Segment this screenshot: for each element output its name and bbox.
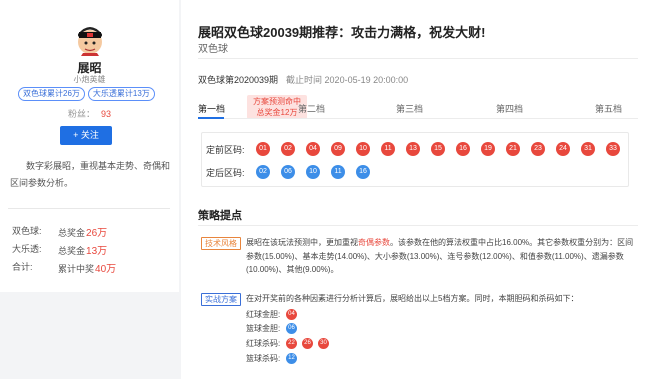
stat-key: 合计: xyxy=(12,262,33,272)
blue-ball: 06 xyxy=(281,165,295,179)
tab-tier-2[interactable]: 第二档 xyxy=(298,102,325,115)
red-ball: 04 xyxy=(306,142,320,156)
tech-style-label: 技术风格 xyxy=(201,237,241,250)
red-ball: 16 xyxy=(456,142,470,156)
follow-button[interactable]: + 关注 xyxy=(60,126,112,145)
stat-key: 双色球: xyxy=(12,226,42,236)
stat-label: 总奖金 xyxy=(58,246,86,256)
plan-row: 篮球杀码: 12 xyxy=(246,352,302,364)
stat-row-ssq: 双色球: 总奖金26万 xyxy=(12,224,116,242)
tech-style-text: 展昭在该玩法预测中，更加重视奇偶参数。该参数在他的算法权重中占比16.00%。其… xyxy=(246,236,636,277)
red-ball: 02 xyxy=(281,142,295,156)
fans-label: 粉丝： xyxy=(67,109,95,119)
expert-tags: 双色球累计26万 大乐透累计13万 xyxy=(18,87,155,101)
strategy-title: 策略提点 xyxy=(198,210,242,222)
red-ball: 13 xyxy=(406,142,420,156)
stat-label: 累计中奖 xyxy=(58,264,95,274)
highlight-text: 奇偶参数 xyxy=(358,238,390,247)
back-zone-balls: 02 06 10 11 16 xyxy=(256,165,381,179)
blue-ball: 06 xyxy=(286,322,297,334)
stat-value: 40万 xyxy=(95,264,117,275)
divider xyxy=(198,225,638,226)
issue-info: 双色球第2020039期 截止时间 2020-05-19 20:00:00 xyxy=(198,73,408,86)
stat-row-dlt: 大乐透: 总奖金13万 xyxy=(12,242,116,260)
stat-value: 13万 xyxy=(86,246,108,257)
tab-tier-5[interactable]: 第五档 xyxy=(595,102,622,115)
red-ball: 33 xyxy=(606,142,620,156)
red-ball: 21 xyxy=(506,142,520,156)
stat-key: 大乐透: xyxy=(12,244,42,254)
blue-ball: 02 xyxy=(256,165,270,179)
red-ball: 26 xyxy=(302,337,313,349)
back-zone-row: 定后区码: 02 06 10 11 16 xyxy=(206,164,381,180)
deadline: 截止时间 2020-05-19 20:00:00 xyxy=(286,75,409,85)
recommendation-panel: 展昭双色球20039期推荐：攻击力满格，祝发大财! 双色球 双色球第202003… xyxy=(181,0,650,379)
tab-tier-1[interactable]: 第一档 xyxy=(198,102,225,115)
red-ball: 10 xyxy=(356,142,370,156)
tab-active-indicator xyxy=(198,117,224,119)
red-ball: 15 xyxy=(431,142,445,156)
back-zone-label: 定后区码: xyxy=(206,167,245,178)
plan-row-label: 红球杀码: xyxy=(246,338,281,348)
fans-count: 粉丝： 93 xyxy=(0,107,179,120)
tag-ssq-total: 双色球累计26万 xyxy=(18,87,85,101)
divider xyxy=(198,58,638,59)
plan-row: 红球金胆: 04 xyxy=(246,308,302,320)
tier-tabs: 第一档 方案预测命中 总奖金12万 第二档 第三档 第四档 第五档 xyxy=(198,95,638,119)
blue-ball: 11 xyxy=(331,165,345,179)
issue-number: 双色球第2020039期 xyxy=(198,75,279,85)
plan-text: 在对开奖前的各种因素进行分析计算后，展昭给出以上5档方案。同时，本期胆码和杀码如… xyxy=(246,294,579,303)
expert-stats: 双色球: 总奖金26万 大乐透: 总奖金13万 合计: 累计中奖40万 xyxy=(12,224,116,278)
red-ball: 31 xyxy=(581,142,595,156)
front-zone-balls: 01 02 04 09 10 11 13 15 16 19 21 23 24 31 33 xyxy=(256,142,631,156)
plan-row: 篮球金胆: 06 xyxy=(246,322,302,334)
red-ball: 24 xyxy=(556,142,570,156)
avatar[interactable] xyxy=(73,22,107,56)
stat-row-total: 合计: 累计中奖40万 xyxy=(12,260,116,278)
blue-ball: 16 xyxy=(356,165,370,179)
stat-value: 26万 xyxy=(86,228,108,239)
expert-subtitle: 小炮英雄 xyxy=(73,75,106,84)
tab-underline xyxy=(198,118,638,119)
front-zone-label: 定前区码: xyxy=(206,144,245,155)
front-zone-row: 定前区码: 01 02 04 09 10 11 13 15 16 19 21 23 24 31 33 xyxy=(206,141,631,157)
red-ball: 23 xyxy=(531,142,545,156)
blue-ball: 12 xyxy=(286,352,297,364)
plan-row-label: 篮球金胆: xyxy=(246,323,281,333)
red-ball: 22 xyxy=(286,337,297,349)
divider xyxy=(8,208,170,209)
red-ball: 11 xyxy=(381,142,395,156)
plan-row-label: 红球金胆: xyxy=(246,309,281,319)
red-ball: 09 xyxy=(331,142,345,156)
expert-intro: 数字彩展昭，重视基本走势、奇偶和区间参数分析。 xyxy=(10,161,171,188)
red-ball: 19 xyxy=(481,142,495,156)
plan-row-label: 篮球杀码: xyxy=(246,353,281,363)
stat-label: 总奖金 xyxy=(58,228,86,238)
red-ball: 04 xyxy=(286,308,297,320)
number-box: 定前区码: 01 02 04 09 10 11 13 15 16 19 21 23 24 31 33 定后区… xyxy=(201,132,629,187)
blue-ball: 10 xyxy=(306,165,320,179)
tab-tier-4[interactable]: 第四档 xyxy=(496,102,523,115)
fans-value: 93 xyxy=(101,109,112,119)
expert-profile-card: 展昭 小炮英雄 双色球累计26万 大乐透累计13万 粉丝： 93 + 关注 数字彩… xyxy=(0,0,179,292)
text: 展昭在该玩法预测中，更加重视 xyxy=(246,238,358,247)
tag-dlt-total: 大乐透累计13万 xyxy=(87,87,155,101)
page: 展昭 小炮英雄 双色球累计26万 大乐透累计13万 粉丝： 93 + 关注 数字彩… xyxy=(0,0,650,379)
plan-label: 实战方案 xyxy=(201,293,241,306)
tab-tier-3[interactable]: 第三档 xyxy=(396,102,423,115)
article-title: 展昭双色球20039期推荐：攻击力满格，祝发大财! xyxy=(198,25,486,40)
red-ball: 30 xyxy=(318,337,329,349)
plan-row: 红球杀码: 22 26 30 xyxy=(246,337,334,349)
red-ball: 01 xyxy=(256,142,270,156)
article-category: 双色球 xyxy=(198,44,228,55)
